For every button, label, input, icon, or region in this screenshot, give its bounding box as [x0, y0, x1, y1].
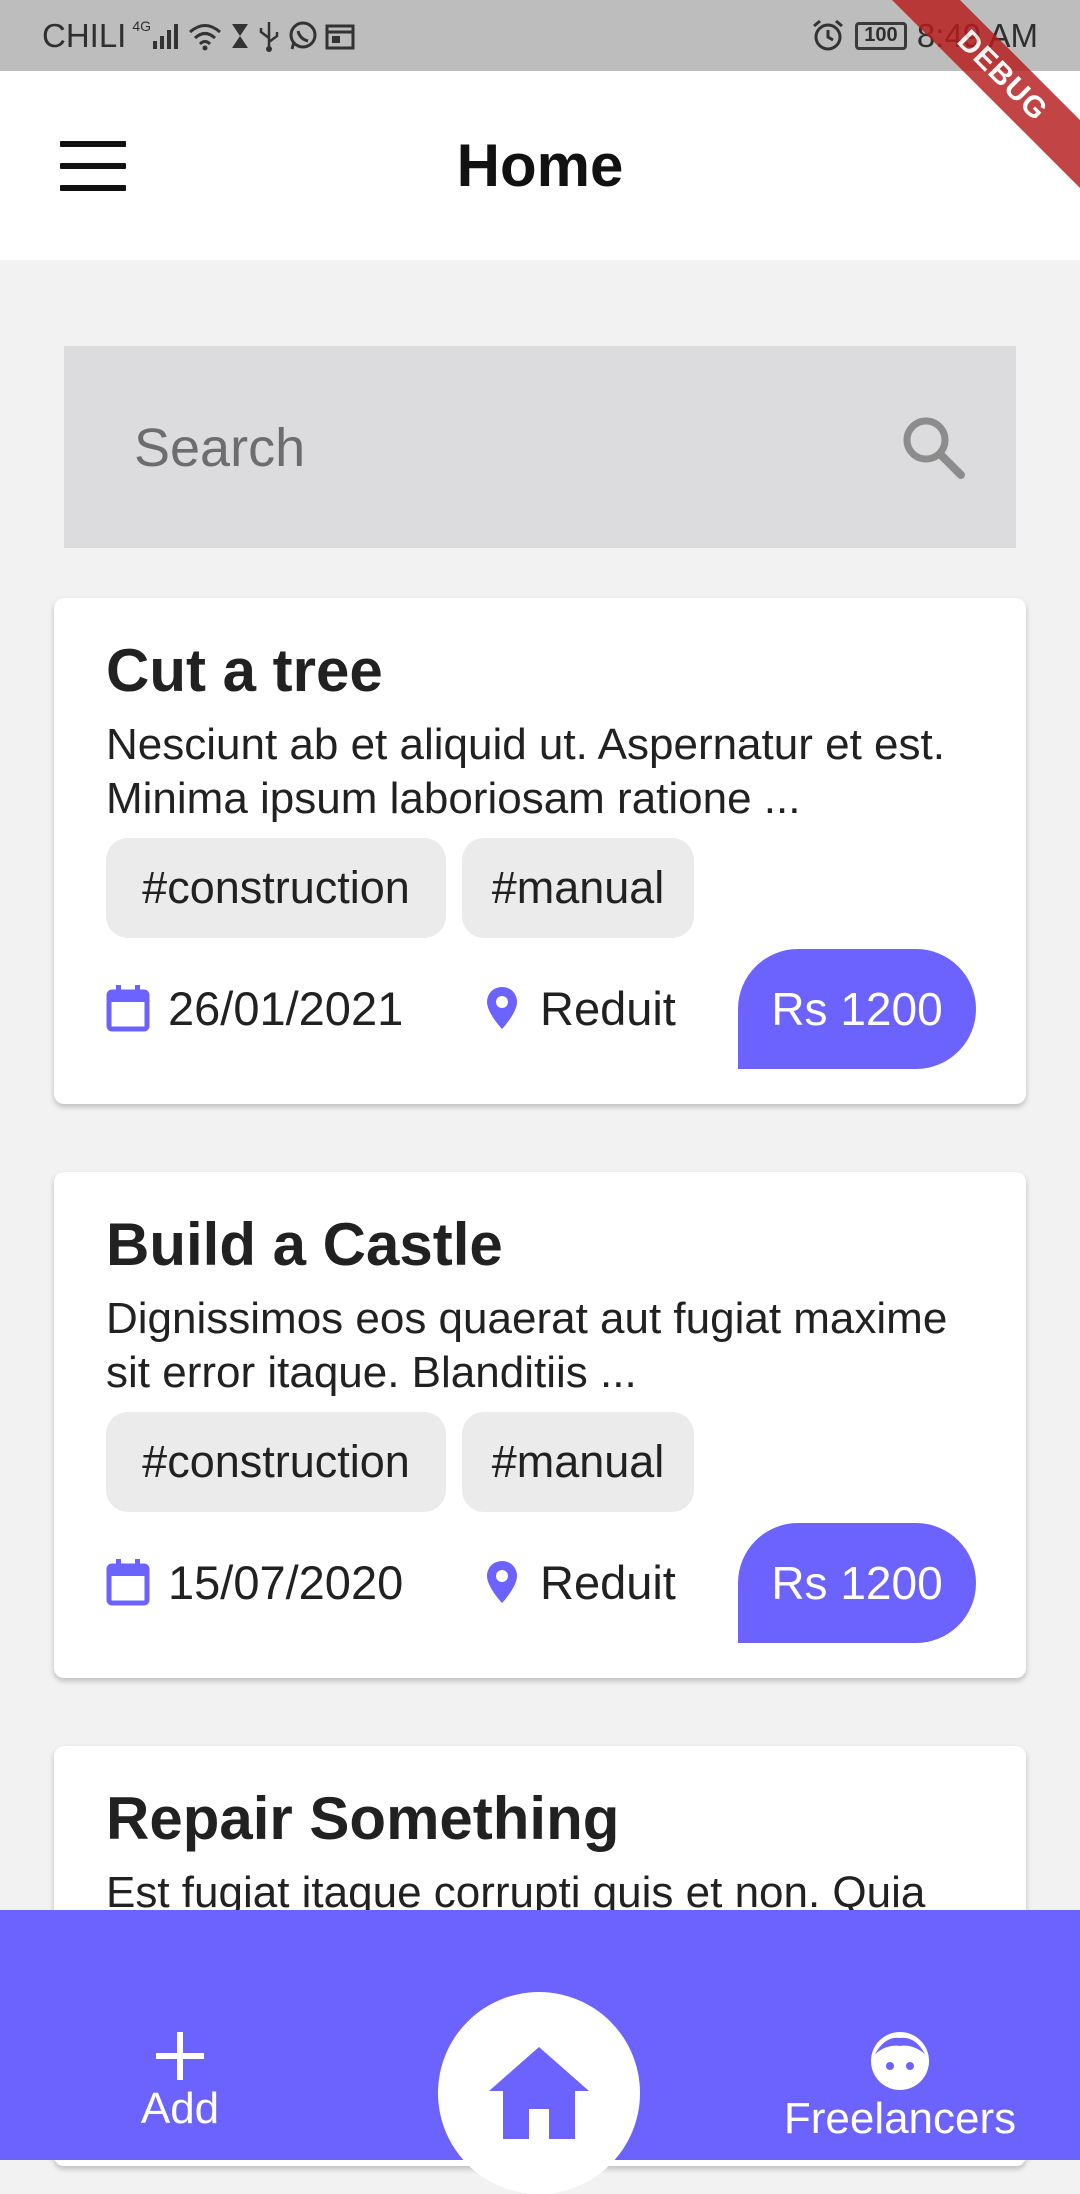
- location-pin-icon: [487, 1561, 517, 1603]
- wifi-icon: [187, 16, 223, 56]
- bottom-navigation: Add Freelancers: [0, 1910, 1080, 2194]
- job-location: Reduit: [540, 1556, 676, 1609]
- tag-chip[interactable]: #manual: [462, 838, 694, 938]
- home-icon: [489, 2047, 589, 2139]
- app-bar: Home: [0, 71, 1080, 260]
- page-title: Home: [456, 132, 624, 199]
- calendar-icon: [106, 985, 150, 1032]
- add-nav-label: Add: [140, 2084, 220, 2133]
- job-title: Repair Something: [106, 1785, 620, 1852]
- job-date: 15/07/2020: [168, 1556, 404, 1609]
- job-card[interactable]: Cut a tree Nesciunt ab et aliquid ut. As…: [54, 598, 1026, 1104]
- price-button[interactable]: Rs 1200: [738, 949, 976, 1069]
- battery-icon: 100: [854, 21, 907, 50]
- plus-icon: [156, 2032, 204, 2080]
- job-date: 26/01/2021: [168, 982, 404, 1035]
- home-button[interactable]: [438, 1992, 640, 2194]
- job-title: Cut a tree: [106, 637, 383, 704]
- search-input[interactable]: [132, 346, 896, 550]
- search-bar: [64, 346, 1016, 550]
- location-pin-icon: [487, 987, 517, 1029]
- hourglass-icon: [229, 16, 251, 56]
- calendar-icon: [106, 1559, 150, 1606]
- search-icon[interactable]: [900, 414, 966, 480]
- freelancers-nav-button[interactable]: Freelancers: [770, 2030, 1030, 2160]
- freelancers-nav-label: Freelancers: [783, 2094, 1017, 2143]
- add-nav-button[interactable]: Add: [90, 2030, 270, 2160]
- network-type: 4G: [132, 17, 152, 34]
- calendar-status-icon: [325, 16, 355, 56]
- tag-chip[interactable]: #manual: [462, 1412, 694, 1512]
- job-location: Reduit: [540, 982, 676, 1035]
- tag-chip[interactable]: #construction: [106, 838, 446, 938]
- usb-icon: [257, 16, 281, 56]
- job-card[interactable]: Build a Castle Dignissimos eos quaerat a…: [54, 1172, 1026, 1678]
- tag-chip[interactable]: #construction: [106, 1412, 446, 1512]
- job-description: Nesciunt ab et aliquid ut. Aspernatur et…: [106, 720, 945, 823]
- job-description: Dignissimos eos quaerat aut fugiat maxim…: [106, 1294, 948, 1397]
- face-icon: [871, 2032, 929, 2090]
- carrier-name: CHILI: [42, 16, 127, 54]
- alarm-icon: [811, 16, 845, 56]
- status-left: CHILI 4G: [42, 0, 355, 71]
- price-button[interactable]: Rs 1200: [738, 1523, 976, 1643]
- job-title: Build a Castle: [106, 1211, 503, 1278]
- whatsapp-icon: [287, 16, 319, 56]
- signal-icon: 4G: [132, 16, 181, 56]
